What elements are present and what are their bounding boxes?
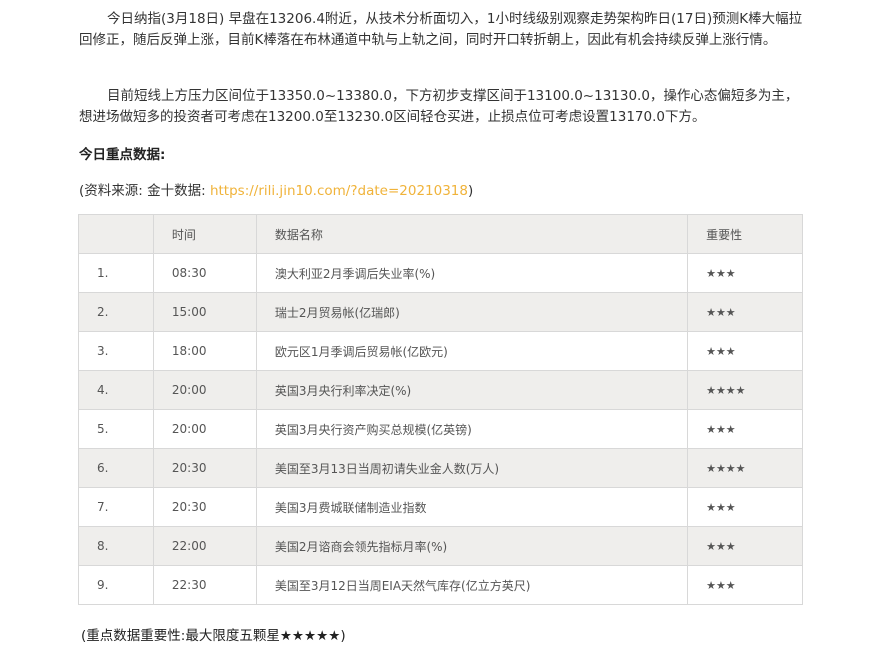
table-row: 6. 20:30 美国至3月13日当周初请失业金人数(万人) ★★★★ (78, 448, 803, 488)
table-row: 4. 20:00 英国3月央行利率决定(%) ★★★★ (78, 370, 803, 410)
row-time-cell: 20:30 (152, 487, 257, 527)
analysis-paragraph-2: 目前短线上方压力区间位于13350.0~13380.0，下方初步支撑区间于131… (79, 88, 799, 125)
table-row: 9. 22:30 美国至3月12日当周EIA天然气库存(亿立方英尺) ★★★ (78, 565, 803, 605)
row-importance-cell: ★★★ (687, 292, 803, 332)
header-data-name: 数据名称 (255, 214, 689, 254)
row-time-cell: 20:30 (152, 448, 257, 488)
row-importance-cell: ★★★ (687, 487, 803, 527)
header-importance: 重要性 (687, 214, 803, 254)
row-importance-cell: ★★★ (687, 565, 803, 605)
header-time: 时间 (152, 214, 257, 254)
table-row: 1. 08:30 澳大利亚2月季调后失业率(%) ★★★ (78, 253, 803, 293)
row-importance-cell: ★★★ (687, 409, 803, 449)
row-index-cell: 6. (78, 448, 154, 488)
key-data-heading: 今日重点数据: (79, 147, 166, 163)
row-index-cell: 3. (78, 331, 154, 371)
table-body: 1. 08:30 澳大利亚2月季调后失业率(%) ★★★ 2. 15:00 瑞士2月贸易帐(… (78, 253, 803, 605)
row-time-cell: 08:30 (152, 253, 257, 293)
row-time-cell: 20:00 (152, 409, 257, 449)
row-index-cell: 8. (78, 526, 154, 566)
row-name-cell: 瑞士2月贸易帐(亿瑞郎) (255, 292, 689, 332)
table-header-row: 时间 数据名称 重要性 (78, 214, 803, 254)
row-name-cell: 美国至3月12日当周EIA天然气库存(亿立方英尺) (255, 565, 689, 605)
economic-calendar-table: 时间 数据名称 重要性 1. 08:30 澳大利亚2月季调后失业率(%) ★★★ 2. 1… (78, 214, 803, 605)
row-time-cell: 20:00 (152, 370, 257, 410)
table-row: 2. 15:00 瑞士2月贸易帐(亿瑞郎) ★★★ (78, 292, 803, 332)
row-name-cell: 澳大利亚2月季调后失业率(%) (255, 253, 689, 293)
table-row: 8. 22:00 美国2月谘商会领先指标月率(%) ★★★ (78, 526, 803, 566)
row-name-cell: 英国3月央行资产购买总规模(亿英镑) (255, 409, 689, 449)
row-name-cell: 美国2月谘商会领先指标月率(%) (255, 526, 689, 566)
row-name-cell: 美国至3月13日当周初请失业金人数(万人) (255, 448, 689, 488)
analysis-paragraph-1: 今日纳指(3月18日) 早盘在13206.4附近，从技术分析面切入，1小时线级别… (79, 11, 803, 48)
row-index-cell: 2. (78, 292, 154, 332)
row-time-cell: 22:00 (152, 526, 257, 566)
row-importance-cell: ★★★ (687, 526, 803, 566)
source-link[interactable]: https://rili.jin10.com/?date=20210318 (210, 183, 468, 199)
source-suffix: ) (467, 183, 474, 199)
header-index (78, 214, 154, 254)
row-importance-cell: ★★★ (687, 331, 803, 371)
row-name-cell: 欧元区1月季调后贸易帐(亿欧元) (255, 331, 689, 371)
row-name-cell: 美国3月费城联储制造业指数 (255, 487, 689, 527)
table-row: 7. 20:30 美国3月费城联储制造业指数 ★★★ (78, 487, 803, 527)
row-index-cell: 7. (78, 487, 154, 527)
data-source-line: (资料来源: 金十数据: https://rili.jin10.com/?dat… (79, 179, 473, 199)
source-prefix: (资料来源: 金十数据: (79, 183, 210, 199)
row-importance-cell: ★★★ (687, 253, 803, 293)
row-index-cell: 9. (78, 565, 154, 605)
row-importance-cell: ★★★★ (687, 370, 803, 410)
row-name-cell: 英国3月央行利率决定(%) (255, 370, 689, 410)
row-importance-cell: ★★★★ (687, 448, 803, 488)
row-index-cell: 4. (78, 370, 154, 410)
table-row: 3. 18:00 欧元区1月季调后贸易帐(亿欧元) ★★★ (78, 331, 803, 371)
row-index-cell: 5. (78, 409, 154, 449)
row-time-cell: 22:30 (152, 565, 257, 605)
table-row: 5. 20:00 英国3月央行资产购买总规模(亿英镑) ★★★ (78, 409, 803, 449)
row-time-cell: 15:00 (152, 292, 257, 332)
row-time-cell: 18:00 (152, 331, 257, 371)
importance-footnote: (重点数据重要性:最大限度五颗星★★★★★) (81, 628, 346, 644)
row-index-cell: 1. (78, 253, 154, 293)
article-page: 今日纳指(3月18日) 早盘在13206.4附近，从技术分析面切入，1小时线级别… (0, 0, 875, 666)
